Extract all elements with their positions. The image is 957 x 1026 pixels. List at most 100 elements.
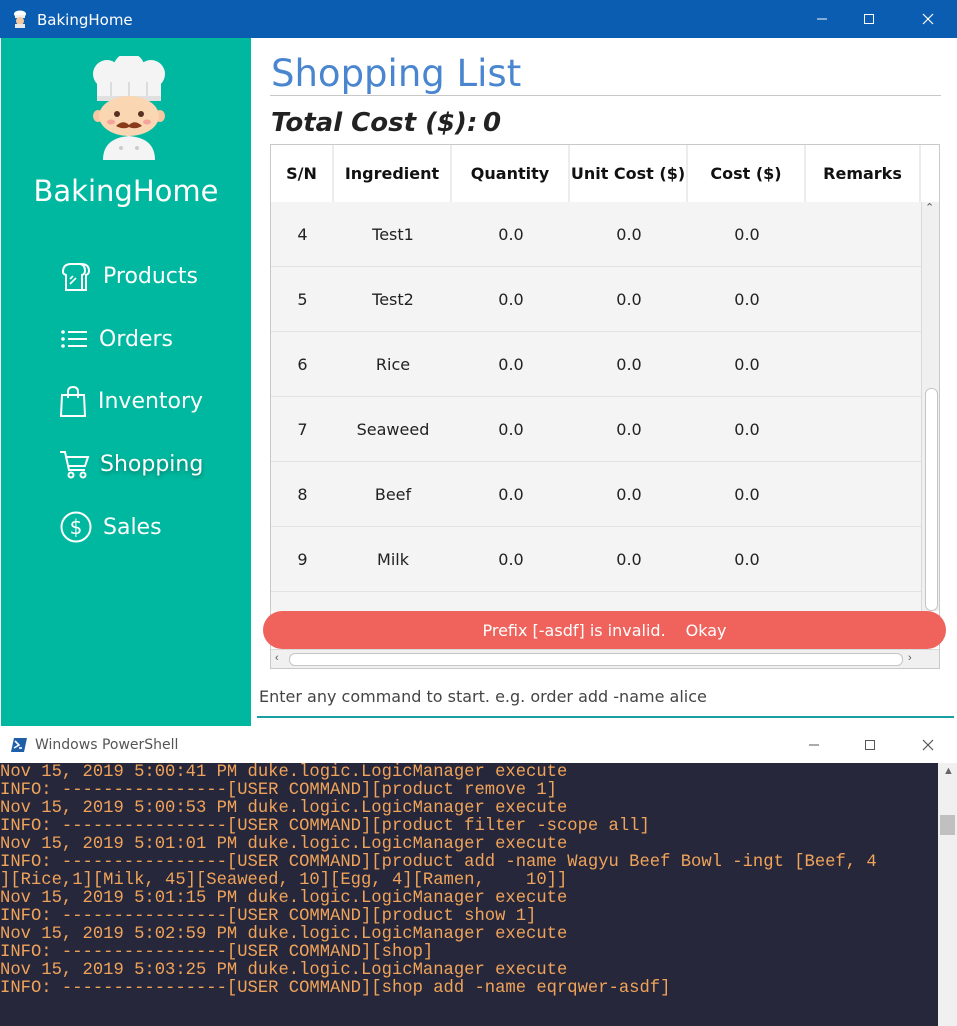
table-row[interactable]: 4 Test1 0.0 0.0 0.0: [271, 202, 921, 267]
cell-remarks: [806, 267, 921, 331]
cell-remarks: [806, 332, 921, 396]
powershell-scrollbar[interactable]: ▲: [938, 763, 957, 1026]
powershell-scroll-thumb[interactable]: [940, 815, 955, 835]
total-cost-label: Total Cost ($):: [271, 108, 478, 138]
nav-shopping[interactable]: Shopping: [58, 444, 203, 484]
column-header-cost[interactable]: Cost ($): [688, 145, 806, 202]
console-line: Nov 15, 2019 5:01:15 PM duke.logic.Logic…: [0, 889, 568, 908]
app-titlebar: BakingHome: [0, 0, 957, 38]
close-icon: [922, 13, 934, 25]
ps-close-button[interactable]: [901, 726, 955, 763]
error-toast: Prefix [-asdf] is invalid. Okay: [263, 611, 946, 649]
cell-sn: 10: [271, 592, 334, 611]
cell-ingredient: Milk: [377, 549, 409, 569]
shopping-bag-icon: [59, 385, 87, 417]
minimize-icon: [809, 744, 819, 745]
cell-remarks: [806, 592, 921, 611]
cell-remarks: [806, 527, 921, 591]
console-line: Nov 15, 2019 5:00:53 PM duke.logic.Logic…: [0, 799, 568, 818]
console-line: Nov 15, 2019 5:00:41 PM duke.logic.Logic…: [0, 763, 568, 782]
maximize-button[interactable]: [842, 0, 896, 38]
scroll-right-arrow-icon[interactable]: ›: [908, 652, 912, 664]
cell-cost: 0.0: [734, 289, 760, 309]
console-line: INFO: ----------------[USER COMMAND][sho…: [0, 979, 671, 998]
column-header-sn[interactable]: S/N: [271, 145, 334, 202]
cell-ingredient: Test1: [372, 224, 414, 244]
powershell-console[interactable]: Nov 15, 2019 5:00:41 PM duke.logic.Logic…: [0, 763, 938, 1026]
column-header-quantity[interactable]: Quantity: [452, 145, 570, 202]
powershell-titlebar: Windows PowerShell: [0, 726, 957, 763]
minimize-icon: [817, 18, 827, 20]
cell-sn: 8: [297, 484, 308, 504]
main-panel: Shopping List Total Cost ($): 0 S/N Ingr…: [251, 38, 957, 726]
cell-cost: 0.0: [734, 484, 760, 504]
toast-okay-button[interactable]: Okay: [686, 621, 727, 640]
scroll-left-arrow-icon[interactable]: ‹: [275, 652, 279, 664]
table-row[interactable]: 6 Rice 0.0 0.0 0.0: [271, 332, 921, 397]
console-line: Nov 15, 2019 5:03:25 PM duke.logic.Logic…: [0, 961, 568, 980]
table-vertical-scroll-thumb[interactable]: [925, 388, 938, 611]
cell-quantity: 0.0: [452, 592, 570, 611]
nav-sales[interactable]: $ Sales: [59, 507, 162, 547]
table-row[interactable]: 100.00.00.0: [271, 592, 921, 611]
ps-minimize-button[interactable]: [787, 726, 841, 763]
chef-app-icon: [14, 10, 26, 28]
table-row[interactable]: 8 Beef 0.0 0.0 0.0: [271, 462, 921, 527]
powershell-window-title: Windows PowerShell: [35, 737, 179, 753]
brand-name: BakingHome: [33, 174, 219, 208]
column-header-ingredient[interactable]: Ingredient: [334, 145, 452, 202]
sidebar: BakingHome Products Orders Inventory Sho…: [1, 38, 251, 726]
close-button[interactable]: [901, 0, 955, 38]
table-vertical-scrollbar[interactable]: ⌃: [921, 202, 939, 611]
scroll-up-arrow-icon[interactable]: ⌃: [925, 201, 934, 214]
cell-unit-cost: 0.0: [616, 289, 642, 309]
powershell-icon: [11, 738, 27, 752]
app-window-title: BakingHome: [37, 11, 133, 29]
minimize-button[interactable]: [795, 0, 849, 38]
cell-unit-cost: 0.0: [616, 484, 642, 504]
total-cost-value: 0: [483, 108, 502, 138]
nav-products-label: Products: [103, 263, 198, 289]
table-row[interactable]: 9 Milk 0.0 0.0 0.0: [271, 527, 921, 592]
table-body: 4 Test1 0.0 0.0 0.0 5 Test2 0.0 0.0 0.0 6 Rice 0.0 0.…: [271, 202, 921, 611]
console-line: Nov 15, 2019 5:02:59 PM duke.logic.Logic…: [0, 925, 568, 944]
chef-logo: [93, 56, 165, 160]
column-header-remarks[interactable]: Remarks: [806, 145, 921, 202]
cell-cost: 0.0: [734, 354, 760, 374]
maximize-icon: [864, 14, 874, 24]
cell-sn: 6: [297, 354, 308, 374]
table-horizontal-scrollbar[interactable]: ‹ ›: [271, 649, 939, 668]
command-box: [257, 678, 954, 718]
table-row[interactable]: 7 Seaweed 0.0 0.0 0.0: [271, 397, 921, 462]
cell-remarks: [806, 202, 921, 266]
cell-sn: 5: [297, 289, 308, 309]
cell-quantity: 0.0: [498, 354, 524, 374]
shopping-table: S/N Ingredient Quantity Unit Cost ($) Co…: [270, 144, 940, 669]
ps-maximize-button[interactable]: [843, 726, 897, 763]
nav-products[interactable]: Products: [59, 256, 198, 296]
list-icon: [61, 330, 87, 348]
table-row[interactable]: 5 Test2 0.0 0.0 0.0: [271, 267, 921, 332]
cell-ingredient: Seaweed: [356, 419, 430, 439]
nav-shopping-label: Shopping: [100, 451, 204, 477]
ps-scroll-up-arrow-icon[interactable]: ▲: [943, 765, 954, 777]
nav-orders-label: Orders: [99, 326, 173, 352]
cell-unit-cost: 0.0: [616, 549, 642, 569]
console-line: ][Rice,1][Milk, 45][Seaweed, 10][Egg, 4]…: [0, 871, 568, 890]
nav-inventory-label: Inventory: [98, 388, 204, 414]
column-header-unit-cost[interactable]: Unit Cost ($): [570, 145, 688, 202]
console-line: INFO: ----------------[USER COMMAND][pro…: [0, 817, 650, 836]
cell-cost: 0.0: [734, 419, 760, 439]
page-title: Shopping List: [271, 52, 522, 95]
bakinghome-window: BakingHome BakingHome Products Orders In…: [0, 0, 957, 726]
cell-ingredient: [334, 592, 452, 611]
nav-orders[interactable]: Orders: [59, 319, 173, 359]
command-input[interactable]: [257, 678, 954, 714]
cell-quantity: 0.0: [498, 289, 524, 309]
nav-inventory[interactable]: Inventory: [58, 381, 203, 421]
table-horizontal-scroll-thumb[interactable]: [289, 653, 903, 666]
cell-quantity: 0.0: [498, 224, 524, 244]
cell-unit-cost: 0.0: [616, 419, 642, 439]
cell-unit-cost: 0.0: [616, 354, 642, 374]
cell-remarks: [806, 397, 921, 461]
